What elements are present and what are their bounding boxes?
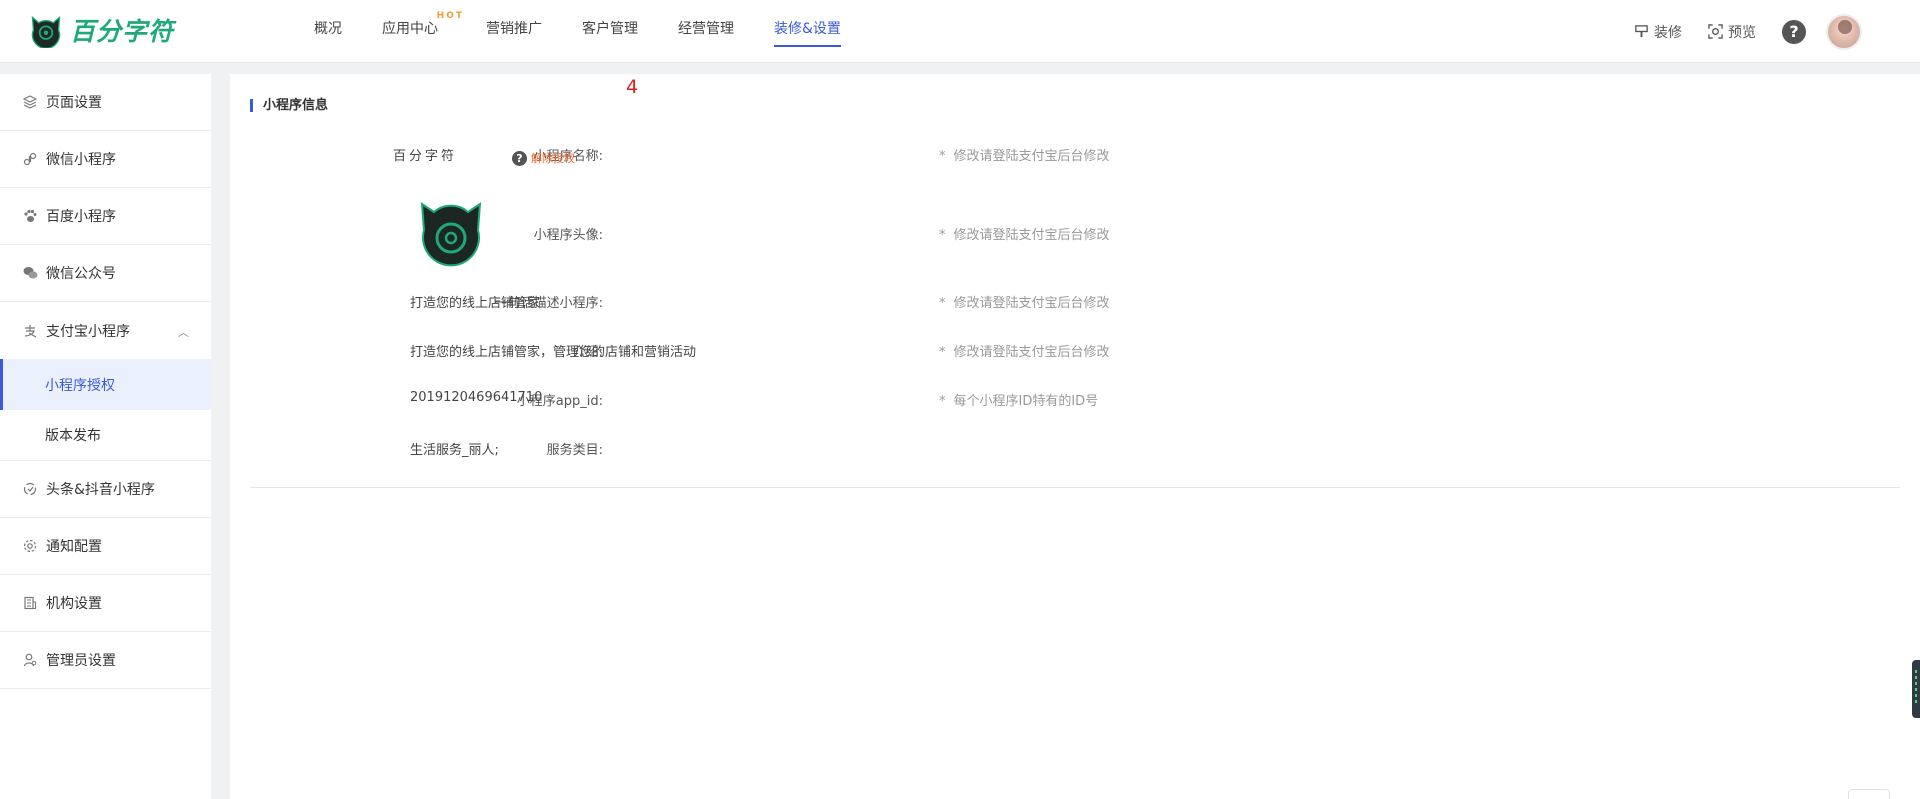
top-actions: 装修 预览 ? <box>1634 0 1920 63</box>
brush-icon <box>1635 25 1648 38</box>
main-panel: 4 小程序信息 小程序名称: 百分字符 ? 解除授权 * 修改请登陆支付宝后台修改… <box>230 74 1920 799</box>
sidebar-item-baidu-miniprogram[interactable]: 百度小程序 <box>0 188 211 245</box>
nav-item-app-center[interactable]: 应用中心 HOT <box>382 0 462 63</box>
intro-value: 打造您的线上店铺管家，管理您的店铺和营销活动 <box>410 345 697 360</box>
field-label: 小程序头像: <box>533 228 603 243</box>
sidebar-item-admin-settings[interactable]: 管理员设置 <box>0 632 211 689</box>
sidebar-item-label: 头条&抖音小程序 <box>46 482 155 498</box>
nav-item-marketing[interactable]: 营销推广 <box>486 0 542 63</box>
nav-item-overview[interactable]: 概况 <box>314 0 342 63</box>
floating-corner-button[interactable] <box>1848 789 1890 799</box>
layers-icon <box>22 94 38 110</box>
toutiao-icon <box>22 481 38 497</box>
sidebar-item-alipay-miniprogram[interactable]: 支付宝小程序 ︿ <box>0 302 211 359</box>
decorate-button[interactable]: 装修 <box>1634 22 1682 42</box>
brand-logo[interactable]: 百分字符 <box>28 12 174 48</box>
sidebar-item-organization[interactable]: 机构设置 <box>0 575 211 632</box>
app-avatar-image <box>420 202 482 267</box>
sidebar-item-label: 页面设置 <box>46 95 102 111</box>
sidebar: 页面设置 微信小程序 百度小程序 微信公众号 支付宝小程序 ︿ 小程序授权 版本… <box>0 74 211 799</box>
chevron-up-icon[interactable]: ︿ <box>178 324 189 340</box>
sidebar-item-label: 微信公众号 <box>46 266 116 282</box>
app-id-value: 2019120469641710 <box>410 390 543 405</box>
brand-name: 百分字符 <box>70 17 175 46</box>
sidebar-subitem-authorization[interactable]: 小程序授权 <box>0 359 211 410</box>
sidebar-item-label: 机构设置 <box>46 596 102 612</box>
main-nav: 概况 应用中心 HOT 营销推广 客户管理 经营管理 装修&设置 <box>314 0 881 63</box>
sidebar-item-page-settings[interactable]: 页面设置 <box>0 74 211 131</box>
field-hint: * 修改请登陆支付宝后台修改 <box>939 149 1110 164</box>
sidebar-item-label: 百度小程序 <box>46 209 116 225</box>
section-title: 小程序信息 <box>250 99 328 112</box>
sidebar-item-label: 通知配置 <box>46 539 102 555</box>
sidebar-item-wechat-official[interactable]: 微信公众号 <box>0 245 211 302</box>
field-hint: * 修改请登陆支付宝后台修改 <box>939 296 1110 311</box>
sidebar-item-label: 微信小程序 <box>46 152 116 168</box>
user-icon <box>22 652 38 668</box>
field-hint: * 修改请登陆支付宝后台修改 <box>939 228 1110 243</box>
cat-logo-icon <box>31 15 61 48</box>
unauthorize-label: 解除授权 <box>531 152 575 165</box>
sidebar-item-toutiao-douyin[interactable]: 头条&抖音小程序 <box>0 461 211 518</box>
section-divider <box>250 487 1900 488</box>
page-number-badge: 4 <box>626 76 639 98</box>
unauthorize-button[interactable]: ? 解除授权 <box>512 150 575 166</box>
nav-item-operations[interactable]: 经营管理 <box>678 0 734 63</box>
help-icon[interactable]: ? <box>1782 19 1806 44</box>
decorate-label: 装修 <box>1654 24 1682 41</box>
nav-item-customers[interactable]: 客户管理 <box>582 0 638 63</box>
field-label: 服务类目: <box>546 443 603 458</box>
top-bar: 百分字符 概况 应用中心 HOT 营销推广 客户管理 经营管理 装修&设置 装修… <box>0 0 1920 63</box>
preview-label: 预览 <box>1728 24 1756 41</box>
nav-item-decorate-settings[interactable]: 装修&设置 <box>774 0 841 63</box>
hot-badge: HOT <box>436 11 464 21</box>
paw-icon <box>22 208 38 224</box>
gear-icon <box>22 538 38 554</box>
category-value: 生活服务_丽人; <box>410 443 499 458</box>
miniprogram-icon <box>22 151 38 167</box>
floating-side-widget[interactable] <box>1912 660 1920 718</box>
wechat-icon <box>22 265 38 281</box>
preview-button[interactable]: 预览 <box>1708 22 1756 42</box>
building-icon <box>22 595 38 611</box>
alipay-icon <box>22 323 38 339</box>
sidebar-item-label: 支付宝小程序 <box>46 323 130 340</box>
slogan-value: 打造您的线上店铺管家 <box>410 296 541 311</box>
user-avatar[interactable] <box>1826 13 1862 50</box>
sidebar-item-wechat-miniprogram[interactable]: 微信小程序 <box>0 131 211 188</box>
sidebar-item-label: 管理员设置 <box>46 653 116 669</box>
field-hint: * 每个小程序ID特有的ID号 <box>939 394 1099 409</box>
app-name-value: 百分字符 <box>393 149 458 164</box>
scan-icon <box>1708 24 1723 39</box>
sidebar-item-notification-config[interactable]: 通知配置 <box>0 518 211 575</box>
nav-item-label: 应用中心 <box>382 21 438 37</box>
question-icon: ? <box>512 150 527 166</box>
sidebar-subitem-version-release[interactable]: 版本发布 <box>0 410 211 461</box>
field-hint: * 修改请登陆支付宝后台修改 <box>939 345 1110 360</box>
